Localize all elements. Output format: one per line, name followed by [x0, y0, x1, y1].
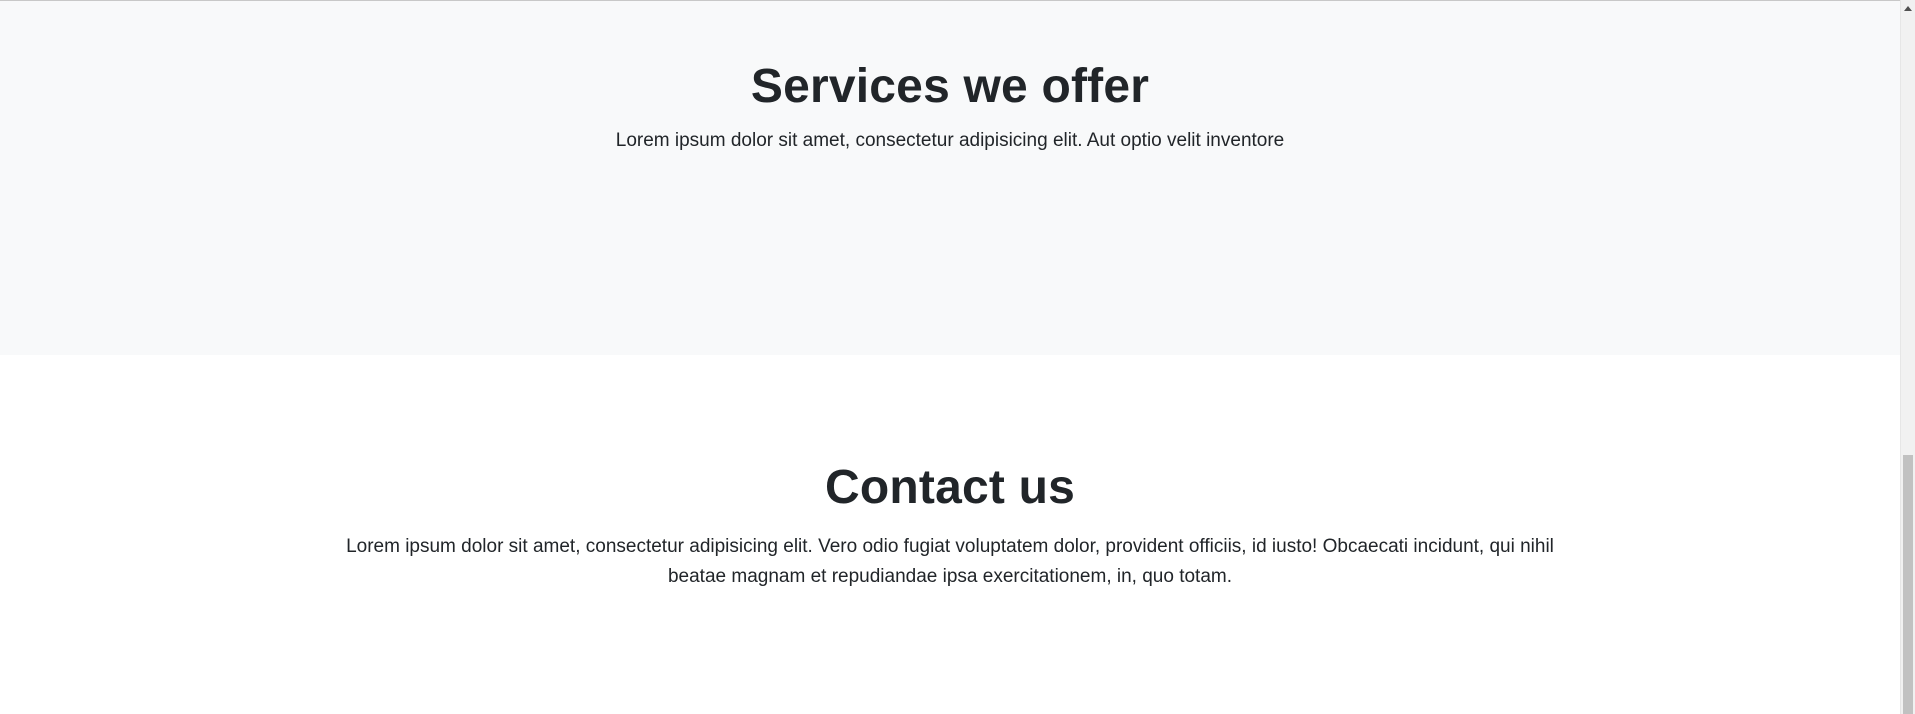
page-content: Services we offer Lorem ipsum dolor sit … [0, 0, 1900, 714]
scrollbar-thumb[interactable] [1903, 455, 1913, 714]
vertical-scrollbar[interactable] [1900, 0, 1915, 714]
scroll-up-arrow-icon[interactable] [1901, 0, 1915, 17]
services-description: Lorem ipsum dolor sit amet, consectetur … [615, 130, 1285, 151]
services-section: Services we offer Lorem ipsum dolor sit … [0, 1, 1900, 355]
top-divider [0, 0, 1900, 1]
contact-description: Lorem ipsum dolor sit amet, consectetur … [346, 536, 1554, 587]
services-heading: Services we offer [750, 60, 1150, 113]
browser-viewport: Services we offer Lorem ipsum dolor sit … [0, 0, 1915, 714]
contact-heading: Contact us [824, 461, 1075, 514]
contact-section: Contact us Lorem ipsum dolor sit amet, c… [0, 355, 1900, 714]
